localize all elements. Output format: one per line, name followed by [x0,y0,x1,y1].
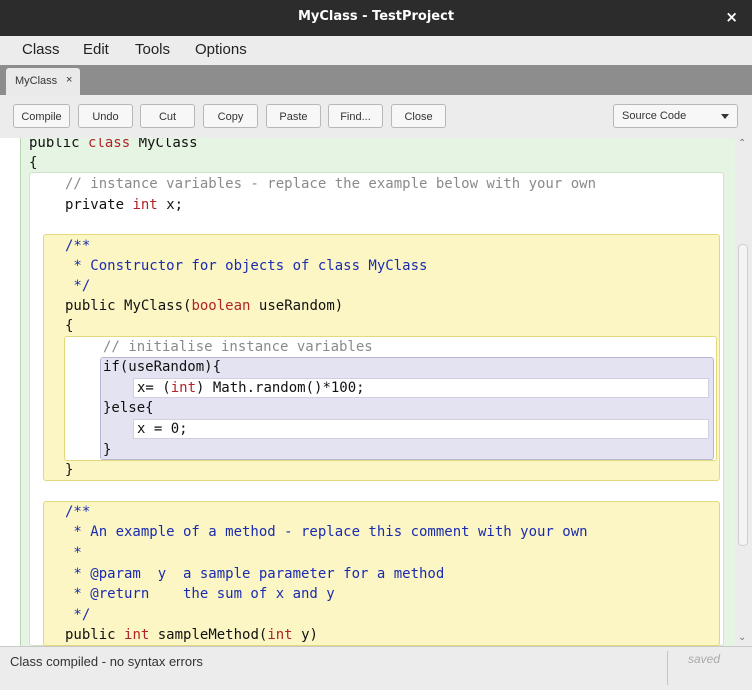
javadoc-line: */ [65,278,91,294]
close-button[interactable]: Close [391,104,446,128]
javadoc-line: * An example of a method - replace this … [65,524,588,540]
keyword: int [124,627,150,643]
keyword: class [88,138,131,151]
code-editor[interactable]: public class MyClass { // instance varia… [0,138,735,646]
scrollbar-thumb[interactable] [738,244,748,546]
menu-edit[interactable]: Edit [83,41,109,58]
javadoc-line: * [65,545,82,561]
menu-bar: Class Edit Tools Options [0,36,752,65]
keyword: private [65,197,125,213]
view-select-value: Source Code [622,110,687,122]
window-title: MyClass - TestProject [297,9,455,24]
chevron-down-icon [721,114,729,119]
find-button[interactable]: Find... [328,104,383,128]
status-bar: Class compiled - no syntax errors saved [0,646,752,690]
code-line: x= (int) Math.random()*100; [137,378,365,398]
javadoc-line: * Constructor for objects of class MyCla… [65,258,428,274]
class-name: MyClass [138,138,198,151]
keyword: public [65,627,116,643]
code-line: public class MyClass [29,138,198,153]
else-body [133,419,709,439]
code-text: sampleMethod( [157,627,268,643]
keyword: int [132,197,158,213]
code-text: useRandom) [258,298,344,314]
status-divider [667,651,668,685]
window-close-button[interactable]: × [725,8,738,26]
scroll-down-icon[interactable]: ⌄ [738,632,746,643]
keyword: public [29,138,80,151]
undo-button[interactable]: Undo [78,104,133,128]
status-message: Class compiled - no syntax errors [10,654,203,669]
code-text: x= ( [137,380,171,396]
code-text: MyClass( [124,298,192,314]
tab-myclass[interactable]: MyClass × [6,68,80,95]
vertical-scrollbar[interactable]: ⌃ ⌄ [735,138,752,646]
scroll-up-icon[interactable]: ⌃ [738,138,746,149]
code-text: ) Math.random()*100; [196,380,365,396]
compile-button[interactable]: Compile [13,104,70,128]
tab-label: MyClass [15,75,58,87]
code-line: }else{ [103,400,154,416]
keyword: boolean [191,298,251,314]
title-bar: MyClass - TestProject × [0,0,752,36]
cut-button[interactable]: Cut [140,104,195,128]
menu-options[interactable]: Options [195,41,247,58]
tab-close-icon[interactable]: × [66,74,72,86]
copy-button[interactable]: Copy [203,104,258,128]
code-line: private int x; [65,195,183,215]
keyword: public [65,298,116,314]
editor-window: MyClass - TestProject × Class Edit Tools… [0,0,752,690]
comment-line: // initialise instance variables [103,339,373,355]
menu-tools[interactable]: Tools [135,41,170,58]
keyword: int [170,380,197,396]
code-line: { [29,155,38,171]
code-line: if(useRandom){ [103,359,222,375]
code-line: } [103,442,112,458]
paste-button[interactable]: Paste [266,104,321,128]
menu-class[interactable]: Class [22,41,60,58]
code-line: x = 0; [137,421,188,437]
javadoc-line: */ [65,607,91,623]
view-select[interactable]: Source Code [613,104,738,128]
javadoc-line: * @return the sum of x and y [65,586,335,602]
javadoc-line: /** [65,504,91,520]
code-text: x; [166,197,184,213]
code-text: y) [301,627,318,643]
saved-indicator: saved [688,652,721,666]
code-line: public int sampleMethod(int y) [65,625,318,645]
code-line: public MyClass(boolean useRandom) [65,296,343,316]
comment-line: // instance variables - replace the exam… [65,176,597,192]
tab-strip: MyClass × [0,65,752,95]
code-line: { [65,318,74,334]
javadoc-line: /** [65,238,91,254]
keyword: int [267,627,293,643]
code-line: } [65,462,74,478]
javadoc-line: * @param y a sample parameter for a meth… [65,566,445,582]
